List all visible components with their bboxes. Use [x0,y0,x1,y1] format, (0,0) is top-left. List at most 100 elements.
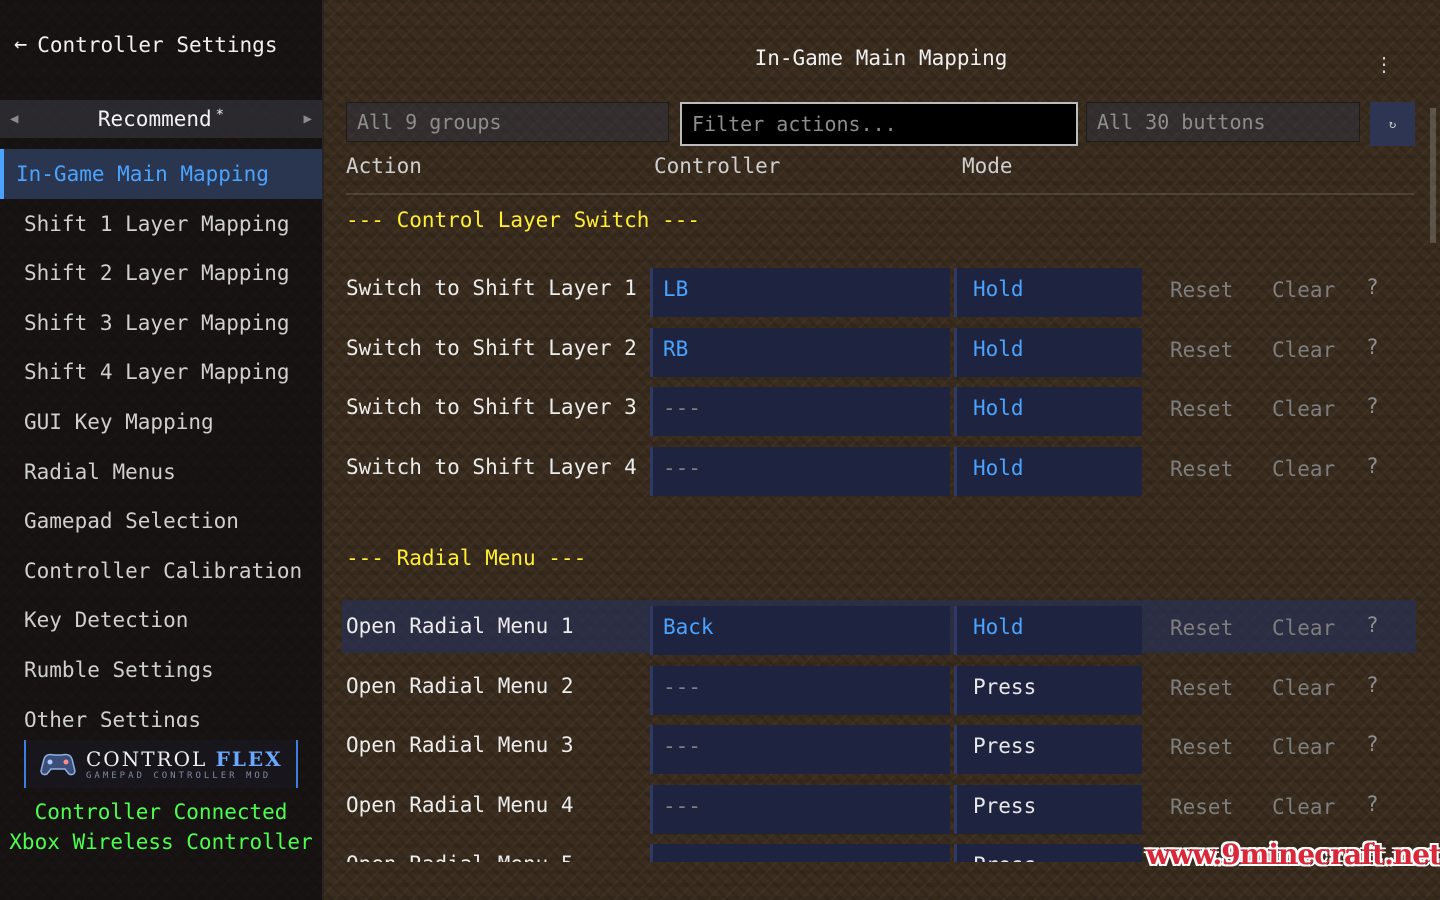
reset-button[interactable]: Reset [1170,330,1233,370]
action-label: Open Radial Menu 1 [346,614,574,638]
mapping-row[interactable]: Open Radial Menu 2 --- Press Reset Clear? [342,660,1416,715]
mode-button[interactable]: Press [954,844,1142,862]
back-label: Controller Settings [37,32,278,57]
sidebar-item-shift-1-layer-mapping[interactable]: Shift 1 Layer Mapping [0,199,322,249]
clear-button[interactable]: Clear [1272,608,1335,648]
mode-button[interactable]: Hold [954,606,1142,655]
clear-button[interactable]: Clear [1272,787,1335,827]
preset-prev-icon[interactable]: ◀ [0,111,28,127]
sidebar-item-in-game-main-mapping[interactable]: In-Game Main Mapping [0,149,322,199]
mode-button[interactable]: Press [954,725,1142,775]
mode-button[interactable]: Hold [954,268,1142,317]
page-title: In-Game Main Mapping [754,46,1008,70]
section-header: --- Control Layer Switch --- [346,208,701,232]
mode-button[interactable]: Hold [954,387,1142,437]
brand-subtitle: GAMEPAD CONTROLLER MOD [86,771,272,781]
mode-button[interactable]: Hold [954,446,1142,496]
help-icon[interactable]: ? [1366,330,1379,364]
sidebar-item-controller-calibration[interactable]: Controller Calibration [0,546,322,596]
filter-actions-input[interactable] [680,102,1078,146]
reset-button[interactable]: Reset [1170,449,1233,489]
back-arrow-icon: ← [14,32,28,57]
header-divider [346,193,1414,195]
mapping-row[interactable]: Open Radial Menu 1 Back Hold Reset Clear? [342,600,1416,655]
preset-label-wrap: Recommend * [98,107,224,131]
mapping-row[interactable]: Switch to Shift Layer 1 LB Hold Reset Clear? [342,262,1416,317]
mapping-list[interactable]: --- Control Layer Switch --- Switch to Sh… [340,196,1420,862]
help-icon[interactable]: ? [1366,270,1379,304]
mapping-row[interactable]: Open Radial Menu 3 --- Press Reset Clear? [342,719,1416,775]
reset-button[interactable]: Reset [1170,668,1233,708]
brand-title: CONTROL FLEX [86,747,283,771]
brand-logo: CONTROL FLEX GAMEPAD CONTROLLER MOD [24,740,298,788]
controller-binding-button[interactable]: --- [650,784,950,834]
refresh-icon[interactable]: ↻ [1370,102,1415,146]
watermark: www.9minecraft.net [1146,838,1440,871]
controller-device-name: Xbox Wireless Controller [9,830,313,854]
action-label: Open Radial Menu 3 [346,733,574,758]
column-header-action: Action [346,154,422,178]
clear-button[interactable]: Clear [1272,449,1335,489]
help-icon[interactable]: ? [1366,608,1379,642]
controller-binding-button[interactable]: LB [650,268,950,317]
action-label: Open Radial Menu 4 [346,792,574,817]
preset-selector[interactable]: ◀ Recommend * ▶ [0,100,322,138]
sidebar: ← Controller Settings ◀ Recommend * ▶ In-… [0,0,324,900]
clear-button[interactable]: Clear [1272,727,1335,767]
group-filter-dropdown[interactable]: All 9 groups [346,102,669,142]
reset-button[interactable]: Reset [1170,608,1233,648]
controller-binding-button[interactable]: --- [650,387,950,437]
help-icon[interactable]: ? [1366,668,1379,702]
sidebar-item-other-settings[interactable]: Other Settings [0,695,322,727]
action-label: Open Radial Menu 5 [346,846,574,862]
gamepad-logo-icon [40,753,76,776]
controller-binding-button[interactable]: --- [650,446,950,496]
back-button[interactable]: ← Controller Settings [14,32,277,57]
controller-binding-button[interactable]: --- [650,844,950,862]
sidebar-item-key-detection[interactable]: Key Detection [0,595,322,645]
sidebar-item-shift-2-layer-mapping[interactable]: Shift 2 Layer Mapping [0,248,322,298]
sidebar-item-radial-menus[interactable]: Radial Menus [0,447,322,497]
help-icon[interactable]: ? [1366,727,1379,761]
column-header-controller: Controller [654,154,781,178]
mapping-row[interactable]: Open Radial Menu 4 --- Press Reset Clear? [342,779,1416,834]
controller-binding-button[interactable]: RB [650,327,950,377]
sidebar-item-gamepad-selection[interactable]: Gamepad Selection [0,496,322,546]
help-icon[interactable]: ? [1366,389,1379,423]
mapping-row[interactable]: Switch to Shift Layer 3 --- Hold Reset Clear… [342,381,1416,437]
mode-button[interactable]: Hold [954,327,1142,377]
reset-button[interactable]: Reset [1170,727,1233,767]
section-header: --- Radial Menu --- [346,546,587,570]
scrollbar[interactable] [1430,108,1436,243]
mapping-row[interactable]: Switch to Shift Layer 2 RB Hold Reset Clear? [342,322,1416,377]
action-label: Switch to Shift Layer 1 [346,276,637,300]
clear-button[interactable]: Clear [1272,668,1335,708]
action-label: Switch to Shift Layer 4 [346,454,637,479]
controller-binding-button[interactable]: --- [650,665,950,715]
sidebar-nav: In-Game Main Mapping Shift 1 Layer Mappin… [0,149,322,727]
action-label: Open Radial Menu 2 [346,673,574,698]
controller-binding-button[interactable]: Back [650,606,950,655]
help-icon[interactable]: ? [1366,449,1379,483]
button-filter-dropdown[interactable]: All 30 buttons [1086,102,1360,142]
clear-button[interactable]: Clear [1272,389,1335,429]
help-icon[interactable]: ? [1366,787,1379,821]
action-label: Switch to Shift Layer 2 [346,335,637,360]
preset-next-icon[interactable]: ▶ [294,111,322,127]
controller-binding-button[interactable]: --- [650,725,950,775]
reset-button[interactable]: Reset [1170,787,1233,827]
mapping-row[interactable]: Switch to Shift Layer 4 --- Hold Reset Clear… [342,441,1416,496]
clear-button[interactable]: Clear [1272,270,1335,310]
sidebar-item-shift-3-layer-mapping[interactable]: Shift 3 Layer Mapping [0,298,322,348]
reset-button[interactable]: Reset [1170,270,1233,310]
mode-button[interactable]: Press [954,784,1142,834]
reset-button[interactable]: Reset [1170,389,1233,429]
mode-button[interactable]: Press [954,665,1142,715]
brand-text: CONTROL FLEX GAMEPAD CONTROLLER MOD [86,747,283,781]
more-vertical-icon[interactable]: ⋮ [1374,52,1394,76]
preset-modified-marker: * [215,107,225,123]
sidebar-item-shift-4-layer-mapping[interactable]: Shift 4 Layer Mapping [0,347,322,397]
clear-button[interactable]: Clear [1272,330,1335,370]
sidebar-item-gui-key-mapping[interactable]: GUI Key Mapping [0,397,322,447]
sidebar-item-rumble-settings[interactable]: Rumble Settings [0,645,322,695]
